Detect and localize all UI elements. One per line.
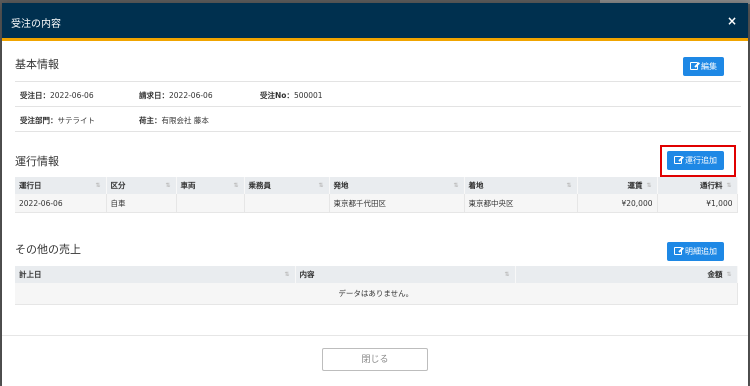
sort-icon: ⇅ <box>726 271 732 278</box>
close-button[interactable]: 閉じる <box>322 348 428 371</box>
order-department: 受注部門：サテライト <box>20 116 95 125</box>
column-header[interactable]: 運行日 ⇅ <box>15 177 107 194</box>
sort-icon: ⇅ <box>165 182 171 189</box>
sort-icon: ⇅ <box>233 182 239 189</box>
column-header[interactable]: 区分 ⇅ <box>106 177 177 194</box>
highlight-box <box>660 145 736 177</box>
other-sales-table: 計上日 ⇅ 内容 ⇅ 金額 ⇅ データはありません。 <box>15 266 738 305</box>
basic-info-title: 基本情報 <box>15 58 59 71</box>
edit-button[interactable]: 編集 <box>683 57 724 76</box>
other-sales-title: その他の売上 <box>15 243 81 256</box>
column-header[interactable]: 計上日 ⇅ <box>15 266 296 283</box>
table-row[interactable]: 2022-06-06 自車 東京都千代田区 東京都中央区 ¥20,000 ¥1,… <box>15 194 738 213</box>
table-header-row: 運行日 ⇅ 区分 ⇅ 車両 ⇅ 乗務員 ⇅ 発地 ⇅ 着地 ⇅ 運賃 ⇅ 通行料 ⇅ <box>15 177 738 194</box>
sort-icon: ⇅ <box>646 182 652 189</box>
column-header[interactable]: 車両 ⇅ <box>176 177 245 194</box>
sort-icon: ⇅ <box>453 182 459 189</box>
add-detail-button[interactable]: 明細追加 <box>667 242 724 261</box>
modal-title: 受注の内容 <box>11 19 61 30</box>
sort-icon: ⇅ <box>284 271 290 278</box>
column-header[interactable]: 金額 ⇅ <box>515 266 738 283</box>
sort-icon: ⇅ <box>95 182 101 189</box>
edit-icon <box>690 62 698 70</box>
operation-info-title: 運行情報 <box>15 155 59 168</box>
shipper: 荷主：有限会社 藤本 <box>139 116 209 125</box>
column-header[interactable]: 運賃 ⇅ <box>577 177 658 194</box>
edit-icon <box>674 247 682 255</box>
order-details-modal: 受注の内容 × 基本情報 編集 受注日：2022-06-06 請求日：2022-… <box>2 3 748 386</box>
footer-divider <box>2 335 748 336</box>
empty-row: データはありません。 <box>15 283 738 305</box>
column-header[interactable]: 内容 ⇅ <box>295 266 516 283</box>
column-header[interactable]: 発地 ⇅ <box>329 177 465 194</box>
column-header[interactable]: 通行料 ⇅ <box>657 177 738 194</box>
divider <box>15 131 741 132</box>
add-detail-label: 明細追加 <box>685 247 717 256</box>
order-number: 受注No：500001 <box>260 91 323 100</box>
sort-icon: ⇅ <box>566 182 572 189</box>
order-date: 受注日：2022-06-06 <box>20 91 94 100</box>
operation-table: 運行日 ⇅ 区分 ⇅ 車両 ⇅ 乗務員 ⇅ 発地 ⇅ 着地 ⇅ 運賃 ⇅ 通行料 ⇅ 2022-… <box>15 177 738 213</box>
sort-icon: ⇅ <box>726 182 732 189</box>
close-icon[interactable]: × <box>727 14 737 28</box>
divider <box>15 106 741 107</box>
column-header[interactable]: 着地 ⇅ <box>464 177 578 194</box>
divider <box>15 81 741 82</box>
modal-header: 受注の内容 × <box>2 3 748 41</box>
edit-button-label: 編集 <box>701 62 717 71</box>
column-header[interactable]: 乗務員 ⇅ <box>244 177 330 194</box>
table-header-row: 計上日 ⇅ 内容 ⇅ 金額 ⇅ <box>15 266 738 283</box>
sort-icon: ⇅ <box>318 182 324 189</box>
sort-icon: ⇅ <box>504 271 510 278</box>
bill-date: 請求日：2022-06-06 <box>139 91 213 100</box>
